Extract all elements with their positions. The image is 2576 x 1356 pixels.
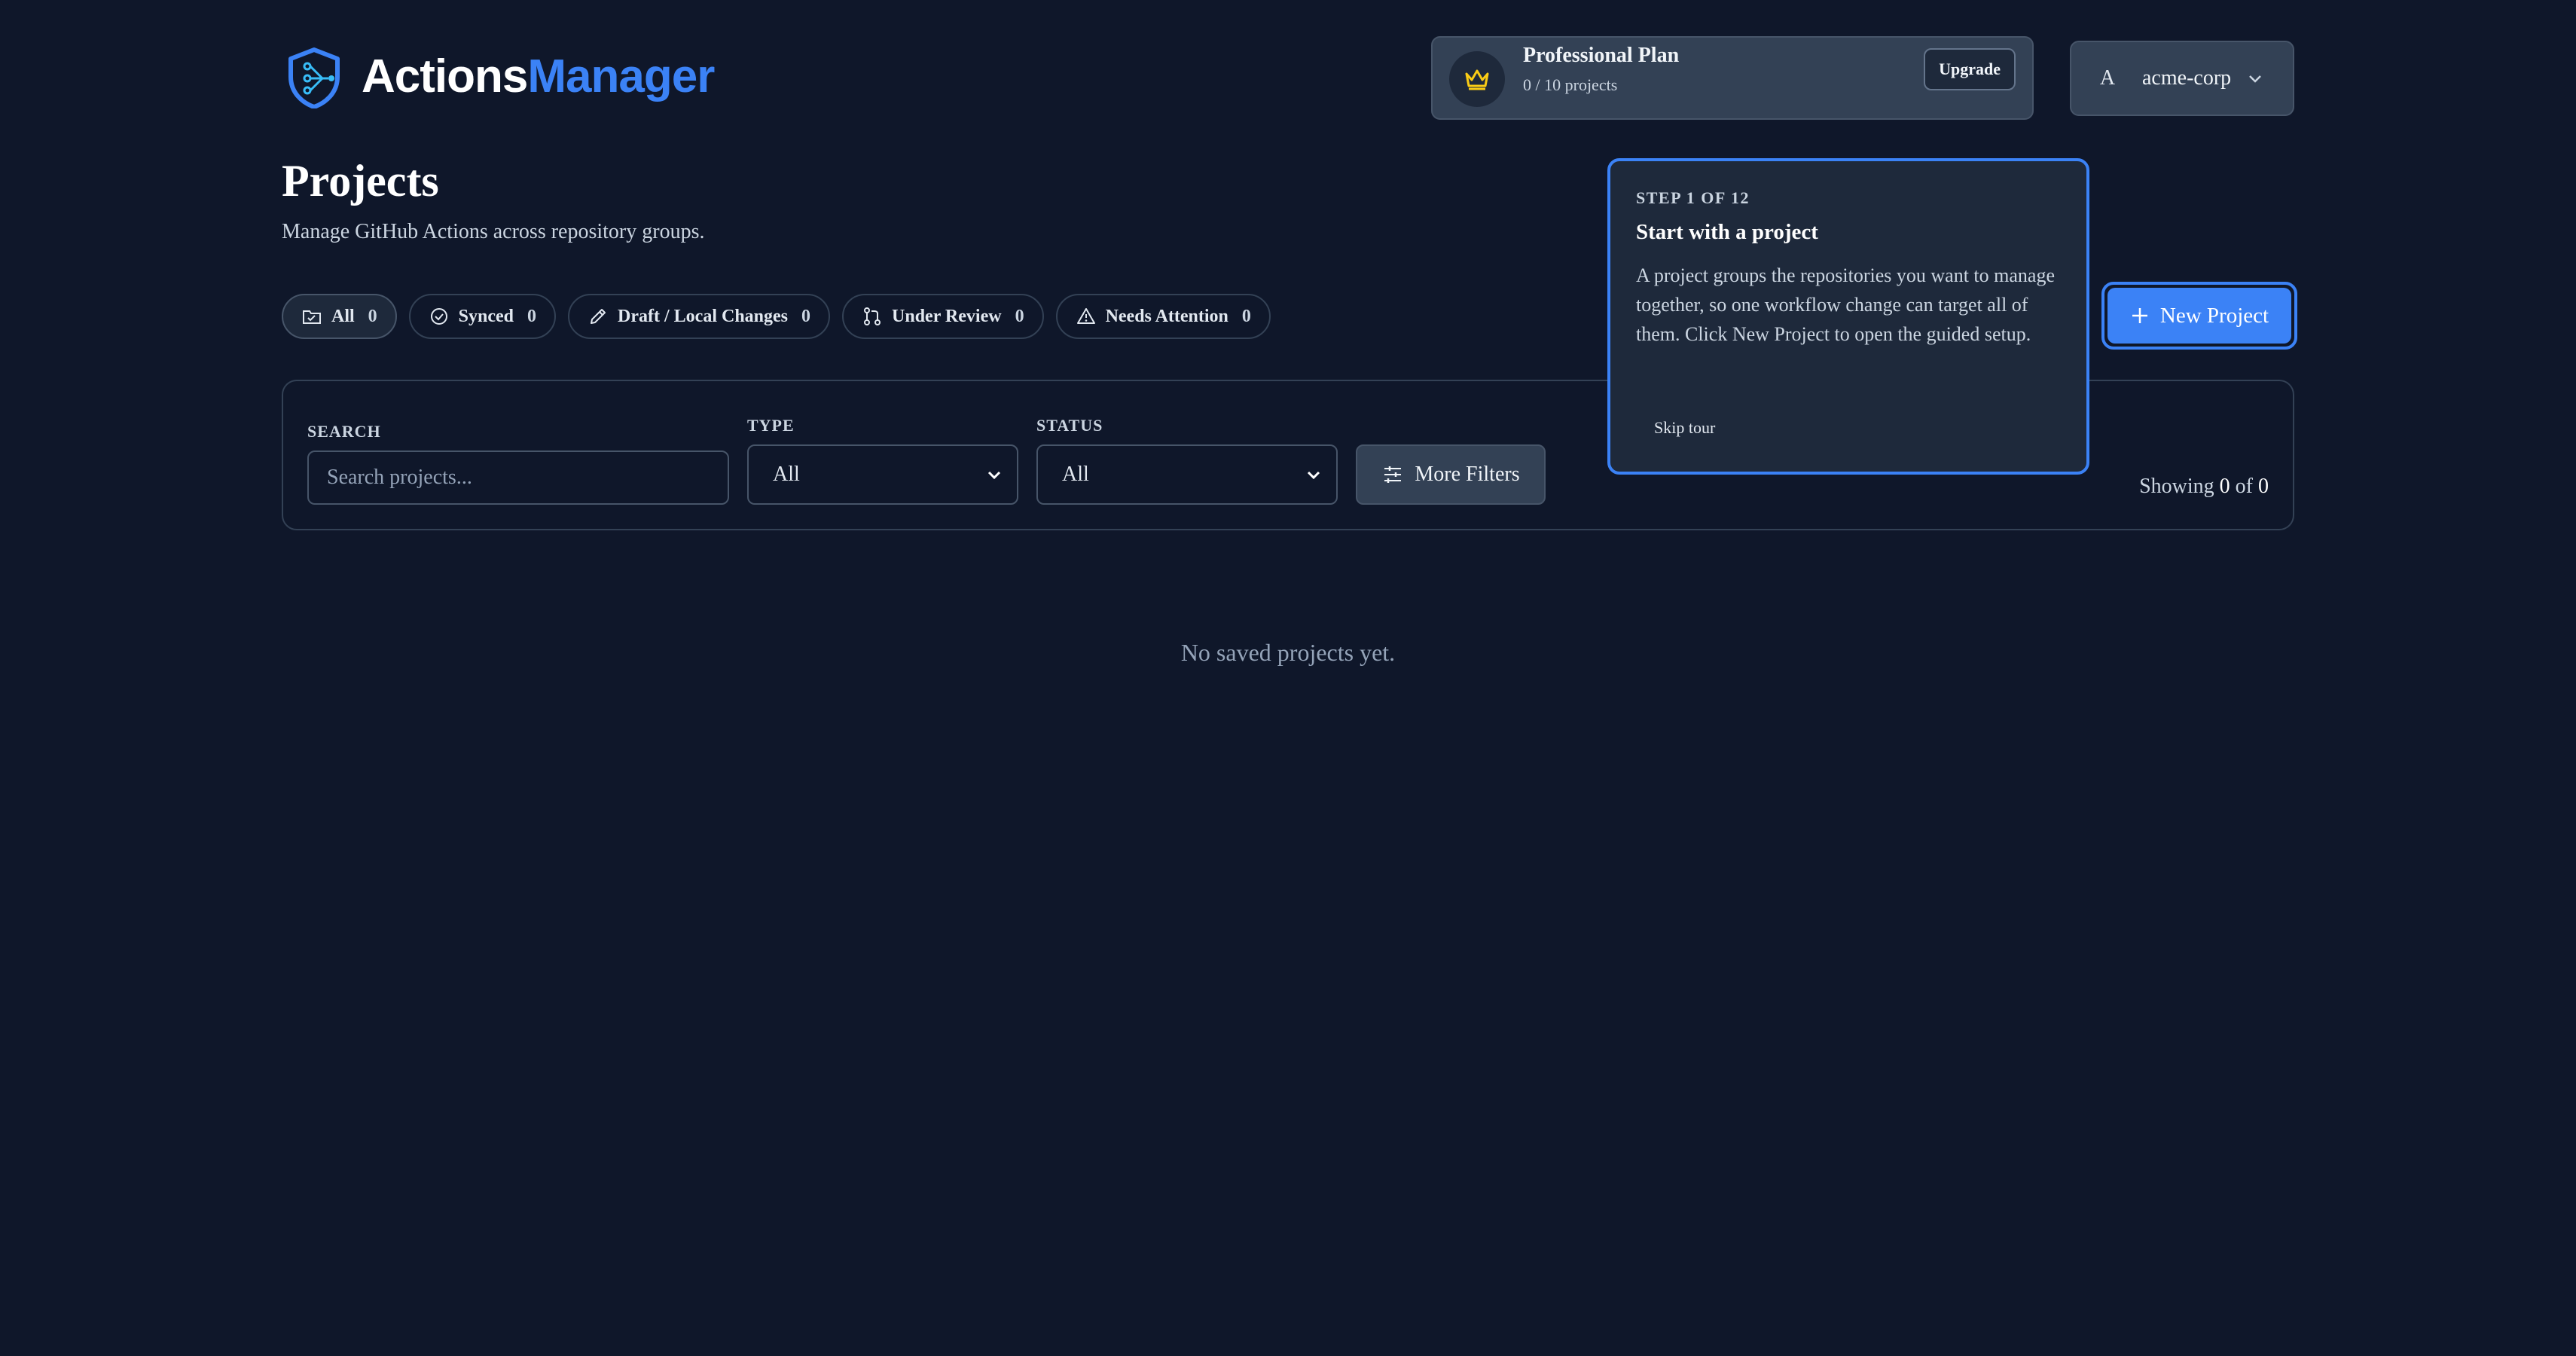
search-input[interactable] [307, 450, 729, 505]
chevron-down-icon [2249, 75, 2262, 83]
tab-count: 0 [368, 306, 377, 326]
type-label: TYPE [747, 416, 795, 435]
status-label: STATUS [1036, 416, 1103, 435]
org-name: acme-corp [2142, 66, 2232, 90]
more-filters-button[interactable]: More Filters [1356, 444, 1546, 505]
chevron-down-icon [987, 471, 1001, 480]
status-tabs: All 0 Synced 0 Draft / Local Changes 0 U… [282, 294, 1271, 339]
empty-state: No saved projects yet. [1180, 639, 1396, 666]
tour-highlight: New Project [2101, 282, 2297, 350]
type-select[interactable]: All [747, 444, 1018, 505]
search-label: SEARCH [307, 422, 381, 441]
plan-title: Professional Plan [1523, 44, 1680, 67]
tab-label: Needs Attention [1105, 306, 1228, 326]
crown-icon [1449, 51, 1505, 107]
logo-accent: Manager [527, 50, 715, 102]
tab-count: 0 [1015, 306, 1024, 326]
plan-card: Professional Plan 0 / 10 projects Upgrad… [1431, 36, 2034, 120]
upgrade-button[interactable]: Upgrade [1924, 48, 2016, 90]
showing-of: of [2235, 475, 2253, 498]
tour-title: Start with a project [1636, 220, 1818, 244]
tour-step: STEP 1 OF 12 [1636, 188, 1750, 207]
new-project-label: New Project [2159, 303, 2269, 328]
results-count: Showing 0 of 0 [2139, 475, 2269, 499]
plus-icon [2132, 308, 2147, 323]
check-circle-icon [430, 308, 447, 325]
org-switcher[interactable]: A acme-corp [2070, 41, 2294, 116]
page-title: Projects [282, 156, 439, 206]
tab-label: All [331, 306, 355, 326]
logo-primary: Actions [362, 50, 528, 102]
app-logo[interactable]: ActionsManager [362, 47, 715, 107]
tab-label: Under Review [892, 306, 1002, 326]
folder-icon [303, 310, 321, 324]
status-value: All [1062, 463, 1089, 486]
showing-prefix: Showing [2139, 475, 2214, 498]
pencil-icon [591, 309, 606, 324]
avatar: A [2099, 66, 2116, 90]
shield-branch-icon [288, 47, 340, 108]
tour-popover: STEP 1 OF 12 Start with a project A proj… [1607, 158, 2089, 475]
tab-under-review[interactable]: Under Review 0 [842, 294, 1044, 339]
tab-count: 0 [527, 306, 537, 326]
warning-icon [1076, 308, 1095, 324]
tab-label: Draft / Local Changes [618, 306, 789, 326]
tab-label: Synced [458, 306, 514, 326]
more-filters-label: More Filters [1415, 463, 1520, 486]
tab-draft[interactable]: Draft / Local Changes 0 [568, 294, 831, 339]
tour-body: A project groups the repositories you wa… [1636, 264, 2055, 345]
status-select[interactable]: All [1036, 444, 1338, 505]
plan-usage: 0 / 10 projects [1523, 75, 1618, 94]
showing-total: 0 [2258, 475, 2269, 498]
new-project-button[interactable]: New Project [2107, 288, 2291, 344]
tab-count: 0 [1241, 306, 1251, 326]
tab-synced[interactable]: Synced 0 [408, 294, 557, 339]
chevron-down-icon [1307, 471, 1320, 480]
sliders-icon [1384, 466, 1402, 483]
tab-count: 0 [801, 306, 811, 326]
tab-all[interactable]: All 0 [282, 294, 397, 339]
page-subtitle: Manage GitHub Actions across repository … [282, 220, 705, 243]
skip-tour-button[interactable]: Skip tour [1636, 407, 1733, 449]
tab-needs-attention[interactable]: Needs Attention 0 [1055, 294, 1271, 339]
pull-request-icon [864, 307, 881, 325]
type-value: All [773, 463, 800, 486]
showing-count: 0 [2219, 475, 2230, 498]
